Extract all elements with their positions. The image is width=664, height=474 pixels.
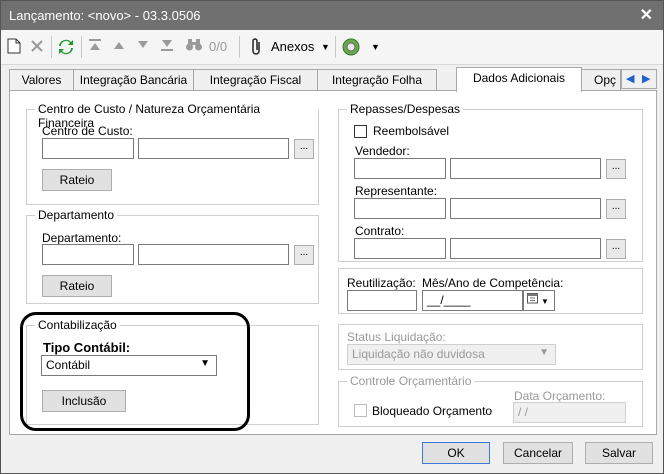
settlement-select[interactable]: Liquidação não duvidosa ▼	[347, 344, 556, 365]
tab-scroll-arrows: ◀ ▶	[621, 69, 657, 89]
cost-center-rateio-button[interactable]: Rateio	[42, 169, 112, 191]
chevron-down-icon: ▼	[200, 358, 210, 369]
budget-blocked-label: Bloqueado Orçamento	[372, 404, 493, 418]
department-desc-input[interactable]	[138, 244, 289, 265]
department-lookup-button[interactable]: ...	[294, 245, 314, 265]
next-record-icon[interactable]	[136, 38, 150, 56]
tab-valores[interactable]: Valores	[9, 69, 74, 90]
arrow-left-icon[interactable]: ◀	[626, 72, 634, 85]
accounting-type-select[interactable]: Contábil ▼	[41, 355, 217, 376]
delete-icon[interactable]	[29, 38, 45, 56]
cost-center-group: Centro de Custo / Natureza Orçamentária …	[26, 102, 319, 205]
tab-opcoes[interactable]: Opç	[581, 69, 621, 90]
department-label: Departamento:	[42, 231, 122, 245]
cost-center-desc-input[interactable]	[138, 138, 289, 159]
record-counter: 0/0	[209, 39, 228, 54]
contract-lookup-button[interactable]: ...	[606, 239, 626, 259]
department-code-input[interactable]	[42, 244, 134, 265]
window-title: Lançamento: <novo> - 03.3.0506	[9, 8, 201, 23]
cancel-button[interactable]: Cancelar	[503, 442, 573, 464]
seller-lookup-button[interactable]: ...	[606, 159, 626, 179]
last-record-icon[interactable]	[160, 38, 174, 56]
tab-integracao-bancaria[interactable]: Integração Bancária	[73, 69, 194, 90]
accounting-inclusion-button[interactable]: Inclusão	[42, 390, 126, 412]
settlement-label: Status Liquidação:	[347, 330, 446, 344]
dialog-window: Lançamento: <novo> - 03.3.0506 ✕ 0/0 Ane…	[0, 0, 664, 474]
accounting-group: Contabilização Tipo Contábil: Contábil ▼…	[26, 318, 319, 425]
refresh-icon[interactable]	[57, 38, 75, 56]
title-bar: Lançamento: <novo> - 03.3.0506 ✕	[1, 1, 663, 30]
department-group-title: Departamento	[35, 208, 118, 222]
budget-group-title: Controle Orçamentário	[347, 374, 475, 388]
reimbursable-label: Reembolsável	[373, 124, 450, 138]
competence-label: Mês/Ano de Competência:	[422, 276, 564, 290]
budget-date-label: Data Orçamento:	[514, 389, 606, 403]
budget-group: Controle Orçamentário Bloqueado Orçament…	[338, 374, 643, 427]
reuse-group: Reutilização: Mês/Ano de Competência: __…	[338, 268, 643, 314]
representative-label: Representante:	[355, 184, 438, 198]
cost-center-code-input[interactable]	[42, 138, 134, 159]
cost-center-lookup-button[interactable]: ...	[294, 139, 314, 159]
toolbar: 0/0 Anexos ▼ ▼	[1, 30, 663, 65]
attachments-button[interactable]: Anexos	[271, 38, 314, 56]
representative-code-input[interactable]	[354, 198, 446, 219]
settlement-value: Liquidação não duvidosa	[352, 347, 485, 361]
settlement-group: Status Liquidação: Liquidação não duvido…	[338, 324, 643, 370]
paperclip-icon[interactable]	[250, 38, 264, 56]
save-button[interactable]: Salvar	[585, 442, 653, 464]
budget-date-input[interactable]: / /	[513, 402, 626, 423]
chevron-down-icon[interactable]: ▼	[321, 38, 330, 56]
prev-record-icon[interactable]	[112, 38, 126, 56]
first-record-icon[interactable]	[88, 38, 102, 56]
accounting-group-title: Contabilização	[35, 318, 120, 332]
contract-code-input[interactable]	[354, 238, 446, 259]
seller-code-input[interactable]	[354, 158, 446, 179]
toolbar-separator	[239, 36, 240, 58]
seller-label: Vendedor:	[355, 144, 410, 158]
seller-desc-input[interactable]	[450, 158, 601, 179]
ok-button[interactable]: OK	[422, 442, 490, 464]
chevron-down-icon: ▼	[539, 347, 549, 358]
new-doc-icon[interactable]	[7, 38, 21, 56]
accounting-type-value: Contábil	[46, 358, 91, 372]
close-icon[interactable]: ✕	[640, 5, 653, 25]
department-group: Departamento Departamento: ... Rateio	[26, 208, 319, 304]
cost-center-label: Centro de Custo:	[42, 124, 133, 138]
arrow-right-icon[interactable]: ▶	[642, 72, 650, 85]
reimbursable-checkbox[interactable]	[354, 125, 367, 138]
transfers-group: Repasses/Despesas Reembolsável Vendedor:…	[338, 102, 643, 262]
representative-lookup-button[interactable]: ...	[606, 199, 626, 219]
accounting-type-label: Tipo Contábil:	[43, 340, 131, 355]
representative-desc-input[interactable]	[450, 198, 601, 219]
reuse-input[interactable]	[347, 290, 417, 311]
department-rateio-button[interactable]: Rateio	[42, 275, 112, 297]
tab-integracao-fiscal[interactable]: Integração Fiscal	[193, 69, 318, 90]
plugin-icon[interactable]	[342, 38, 360, 56]
calendar-icon[interactable]: ▼	[523, 290, 555, 311]
binoculars-icon[interactable]	[185, 38, 203, 56]
budget-blocked-checkbox[interactable]	[354, 404, 367, 417]
tab-strip: Valores Integração Bancária Integração F…	[9, 67, 657, 92]
transfers-group-title: Repasses/Despesas	[347, 102, 464, 116]
toolbar-separator	[51, 36, 52, 58]
chevron-down-icon[interactable]: ▼	[371, 38, 380, 56]
tab-panel-dados-adicionais: Centro de Custo / Natureza Orçamentária …	[9, 90, 657, 435]
toolbar-separator	[81, 36, 82, 58]
contract-desc-input[interactable]	[450, 238, 601, 259]
contract-label: Contrato:	[355, 224, 405, 238]
tab-integracao-folha[interactable]: Integração Folha	[317, 69, 437, 90]
tab-dados-adicionais[interactable]: Dados Adicionais	[456, 67, 582, 92]
competence-input[interactable]: __/____	[422, 290, 523, 311]
reuse-label: Reutilização:	[347, 276, 416, 290]
toolbar-separator	[335, 36, 336, 58]
